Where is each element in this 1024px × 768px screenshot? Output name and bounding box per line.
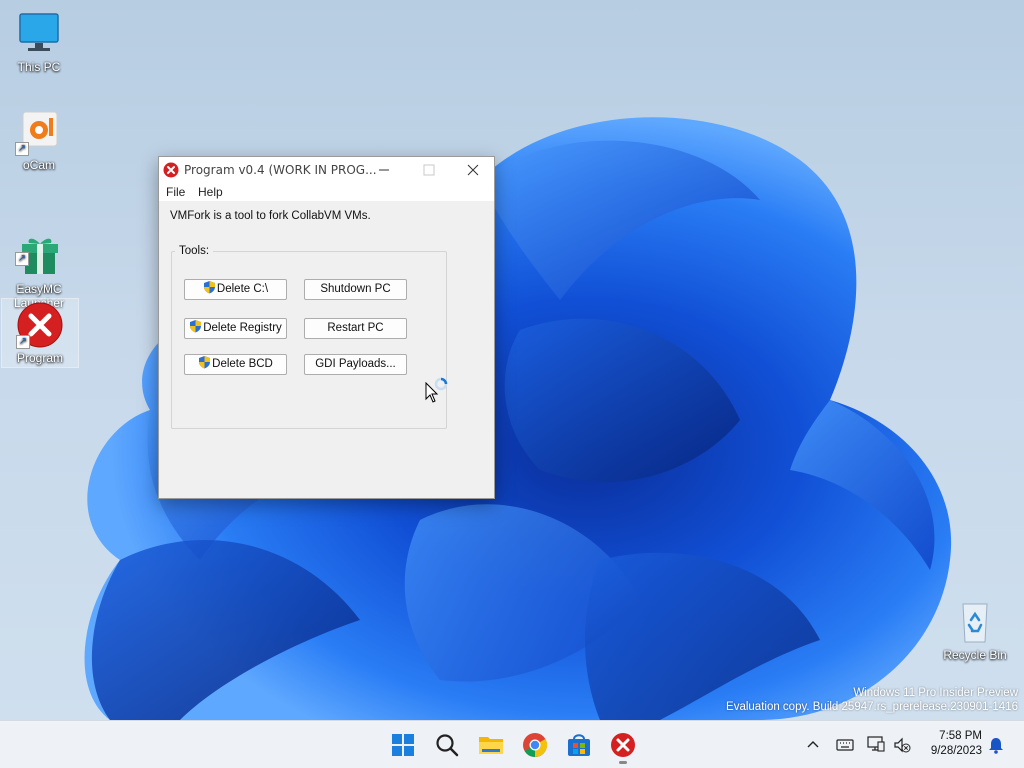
description-text: VMFork is a tool to fork CollabVM VMs.	[170, 210, 371, 222]
delete-registry-button[interactable]: Delete Registry	[184, 318, 287, 339]
minimize-icon	[379, 169, 389, 171]
recycle-bin-icon	[951, 598, 999, 646]
window-client-area: VMFork is a tool to fork CollabVM VMs. T…	[159, 201, 494, 498]
taskbar-store[interactable]	[565, 731, 593, 759]
error-x-icon: ↗	[16, 301, 64, 349]
title-bar[interactable]: Program v0.4 (WORK IN PROG...	[159, 157, 494, 183]
shortcut-arrow-icon: ↗	[15, 142, 29, 156]
busy-cursor-icon	[425, 377, 448, 403]
store-icon	[568, 734, 590, 756]
clock-date: 9/28/2023	[930, 745, 982, 757]
maximize-icon	[423, 164, 435, 176]
chevron-up-icon	[807, 741, 819, 748]
evaluation-watermark: Windows 11 Pro Insider Preview Evaluatio…	[726, 686, 1018, 714]
shutdown-pc-label: Shutdown PC	[320, 283, 391, 295]
uac-shield-icon	[189, 319, 202, 340]
shutdown-pc-button[interactable]: Shutdown PC	[304, 279, 407, 300]
watermark-line-1: Windows 11 Pro Insider Preview	[853, 687, 1018, 699]
desktop-icon-recycle-bin[interactable]: Recycle Bin	[936, 598, 1014, 664]
taskbar-chrome[interactable]	[521, 731, 549, 759]
maximize-button	[406, 157, 451, 183]
desktop-icon-program[interactable]: ↗ Program	[1, 298, 79, 368]
clock[interactable]: 7:58 PM 9/28/2023	[912, 729, 982, 759]
delete-c-label: Delete C:\	[216, 283, 269, 295]
restart-pc-button[interactable]: Restart PC	[304, 318, 407, 339]
watermark-line-2: Evaluation copy. Build 25947.rs_prerelea…	[726, 701, 1018, 713]
taskbar-program[interactable]	[609, 731, 637, 764]
chrome-icon	[523, 733, 548, 758]
clock-time: 7:58 PM	[939, 730, 982, 742]
start-button[interactable]	[389, 731, 417, 759]
delete-registry-label: Delete Registry	[203, 322, 282, 334]
menu-file[interactable]: File	[166, 185, 185, 199]
desktop-icon-easymc-launcher[interactable]: ↗ EasyMC Launcher	[0, 204, 78, 310]
touch-keyboard-button[interactable]	[835, 735, 855, 755]
shortcut-arrow-icon: ↗	[16, 335, 30, 349]
tools-group-label: Tools:	[175, 245, 214, 257]
gdi-payloads-button[interactable]: GDI Payloads...	[304, 354, 407, 375]
program-icon	[611, 733, 635, 757]
desktop-icon-label: This PC	[17, 60, 61, 74]
desktop-icon-label: Program	[16, 351, 63, 365]
close-icon	[467, 164, 479, 176]
taskbar: 7:58 PM 9/28/2023	[0, 720, 1024, 768]
desktop-icon-this-pc[interactable]: This PC	[0, 10, 78, 76]
ocam-icon: ↗	[15, 108, 63, 156]
taskbar-file-explorer[interactable]	[477, 731, 505, 759]
gdi-payloads-label: GDI Payloads...	[315, 358, 396, 370]
wallpaper	[84, 117, 952, 720]
menu-help[interactable]: Help	[198, 185, 223, 199]
uac-shield-icon	[203, 280, 216, 301]
running-indicator	[619, 761, 627, 764]
app-error-icon	[163, 162, 179, 183]
delete-c-button[interactable]: Delete C:\	[184, 279, 287, 300]
search-button[interactable]	[433, 731, 461, 759]
start-icon	[392, 734, 414, 756]
volume-muted-icon	[894, 737, 911, 753]
tools-groupbox	[171, 251, 447, 429]
close-button[interactable]	[451, 157, 496, 183]
network-icon	[867, 736, 885, 752]
gift-icon: ↗	[15, 218, 63, 274]
bell-icon	[989, 738, 1003, 754]
program-window: Program v0.4 (WORK IN PROG... File Help …	[158, 156, 495, 499]
search-icon	[436, 734, 459, 757]
window-title: Program v0.4 (WORK IN PROG...	[184, 163, 377, 177]
menu-bar: File Help	[159, 183, 494, 201]
file-explorer-icon	[479, 737, 503, 754]
network-button[interactable]	[866, 734, 886, 754]
desktop: This PC ↗ oCam ↗ EasyMC Launcher	[0, 0, 1024, 720]
volume-button[interactable]	[892, 735, 912, 755]
monitor-icon	[15, 10, 63, 58]
delete-bcd-button[interactable]: Delete BCD	[184, 354, 287, 375]
desktop-icon-ocam[interactable]: ↗ oCam	[0, 108, 78, 174]
keyboard-icon	[836, 739, 854, 751]
delete-bcd-label: Delete BCD	[212, 358, 273, 370]
minimize-button[interactable]	[361, 157, 406, 183]
notifications-button[interactable]	[986, 735, 1006, 755]
desktop-icon-label: Recycle Bin	[943, 648, 1007, 662]
restart-pc-label: Restart PC	[327, 322, 384, 334]
desktop-icon-label: oCam	[22, 158, 55, 172]
uac-shield-icon	[198, 355, 211, 376]
tray-overflow-button[interactable]	[803, 735, 823, 755]
shortcut-arrow-icon: ↗	[15, 252, 29, 266]
